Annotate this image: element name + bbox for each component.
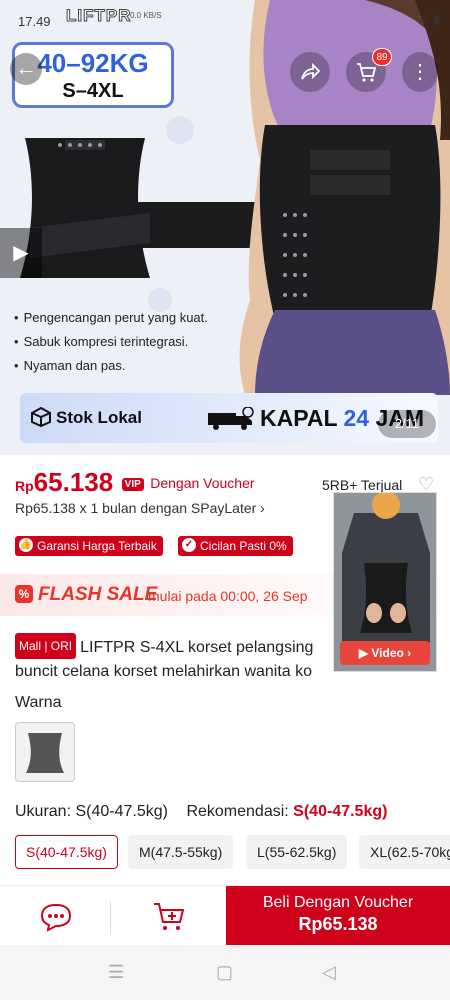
divider: [110, 901, 111, 935]
installment-chip[interactable]: ✓ Cicilan Pasti 0%: [178, 536, 293, 556]
floating-video[interactable]: ▶ Video ›: [333, 492, 437, 672]
delivery-banner: Stok Lokal KAPAL 24 JAM: [20, 393, 438, 443]
network-speed: 0.0 KB/S: [130, 11, 162, 20]
feature-bullet: Pengencangan perut yang kuat.: [14, 306, 234, 330]
sold-count: 5RB+ Terjual: [322, 477, 403, 493]
status-bar: 17.49 LIFTPR 0.0 KB/S ⚠ ▮: [0, 0, 450, 40]
price: Rp65.138: [15, 467, 114, 497]
warna-label: Warna: [15, 694, 62, 711]
percent-icon: %: [15, 585, 33, 603]
voucher-label: Dengan Voucher: [150, 475, 255, 491]
back-icon[interactable]: ◁: [322, 962, 336, 983]
vip-badge: VIP: [121, 478, 144, 491]
share-icon[interactable]: [290, 52, 330, 92]
status-icons: ⚠ ▮: [419, 12, 440, 26]
image-pager: 2/11: [378, 410, 436, 438]
video-button[interactable]: ▶ Video ›: [340, 641, 430, 665]
corset-thumb-image: [26, 733, 64, 773]
feature-bullets: Pengencangan perut yang kuat. Sabuk komp…: [14, 306, 234, 378]
cart-count-badge: 89: [372, 48, 392, 66]
flash-sale-label: FLASH SALE: [38, 584, 158, 605]
brand-logo: LIFTPR: [66, 6, 132, 26]
truck-icon: [208, 407, 254, 430]
size-range: S–4XL: [62, 80, 124, 102]
buy-with-voucher-button[interactable]: Beli Dengan Voucher Rp65.138: [226, 886, 450, 946]
box-icon: [31, 407, 51, 427]
chat-icon[interactable]: [38, 902, 74, 932]
back-arrow-icon[interactable]: ←: [10, 53, 42, 85]
add-to-cart-icon[interactable]: [152, 900, 188, 932]
size-row: Ukuran: S(40-47.5kg) Rekomendasi: S(40-4…: [15, 803, 388, 820]
stok-lokal-label: Stok Lokal: [56, 408, 142, 427]
buy-label: Beli Dengan Voucher: [262, 894, 414, 911]
paylater-link[interactable]: Rp65.138 x 1 bulan dengan SPayLater ›: [15, 500, 265, 516]
feature-bullet: Nyaman dan pas.: [14, 354, 234, 378]
menu-icon[interactable]: ☰: [108, 962, 124, 983]
size-option-l[interactable]: L(55-62.5kg): [246, 835, 348, 869]
play-video-icon[interactable]: ▶: [0, 228, 42, 278]
color-option-thumb[interactable]: [15, 722, 75, 782]
buy-price: Rp65.138: [298, 914, 378, 934]
flash-sale-time: mulai pada 00:00, 26 Sep: [148, 588, 308, 604]
price-row: Rp65.138 VIP Dengan Voucher: [15, 467, 255, 498]
feature-bullet: Sabuk kompresi terintegrasi.: [14, 330, 234, 354]
status-time: 17.49: [18, 14, 51, 29]
guarantee-chip[interactable]: 👍 Garansi Harga Terbaik: [15, 536, 163, 556]
check-icon: ✓: [182, 538, 196, 552]
cart-icon[interactable]: 89: [346, 48, 392, 92]
thumbs-up-icon: 👍: [19, 538, 33, 552]
system-nav-bar: ☰ ▢ ◁: [0, 945, 450, 1000]
bottom-action-bar: Beli Dengan Voucher Rp65.138: [0, 885, 450, 946]
more-options-icon[interactable]: ⋮: [402, 52, 438, 92]
size-option-xl[interactable]: XL(62.5-70kg): [359, 835, 450, 869]
mall-badge: Mall | ORI: [15, 633, 77, 659]
home-icon[interactable]: ▢: [216, 962, 233, 983]
size-option-m[interactable]: M(47.5-55kg): [128, 835, 234, 869]
size-option-s[interactable]: S(40-47.5kg): [15, 835, 118, 869]
